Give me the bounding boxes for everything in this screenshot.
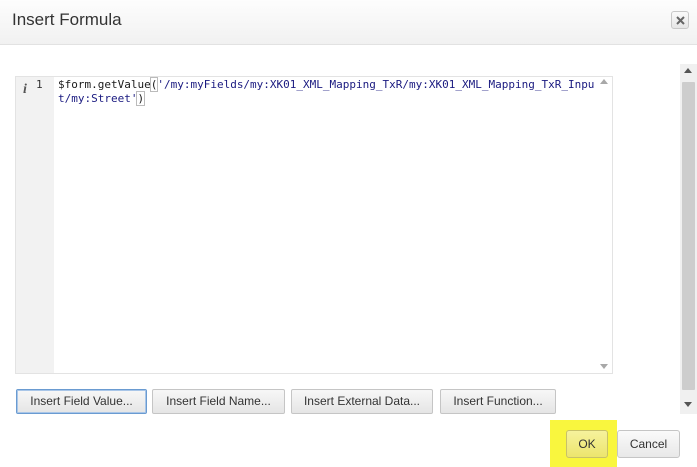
formula-editor[interactable]: i 1 $form.getValue('/my:myFields/my:XK01…: [15, 76, 613, 374]
insert-external-data-button[interactable]: Insert External Data...: [291, 389, 433, 414]
code-close-paren: ): [136, 91, 146, 106]
scroll-up-arrow-icon[interactable]: [600, 79, 608, 84]
dialog-titlebar: Insert Formula: [0, 0, 697, 45]
close-x-icon: [676, 16, 685, 25]
ok-button[interactable]: OK: [566, 430, 608, 458]
editor-scrollbar[interactable]: [597, 77, 612, 373]
insert-field-name-button[interactable]: Insert Field Name...: [152, 389, 285, 414]
dialog-scrollbar[interactable]: [680, 64, 697, 414]
dialog-title: Insert Formula: [12, 10, 122, 29]
close-button[interactable]: [671, 11, 689, 29]
info-icon: i: [23, 82, 27, 97]
insert-field-value-button[interactable]: Insert Field Value...: [16, 389, 147, 414]
scrollbar-thumb[interactable]: [682, 82, 695, 390]
cancel-button[interactable]: Cancel: [617, 430, 680, 458]
scroll-up-arrow-icon[interactable]: [684, 68, 692, 73]
scroll-down-arrow-icon[interactable]: [684, 402, 692, 407]
scroll-down-arrow-icon[interactable]: [600, 364, 608, 369]
insert-function-button[interactable]: Insert Function...: [440, 389, 556, 414]
code-function: $form.getValue: [58, 78, 151, 91]
editor-gutter: i 1: [16, 77, 54, 373]
formula-code[interactable]: $form.getValue('/my:myFields/my:XK01_XML…: [58, 77, 598, 106]
line-number: 1: [36, 78, 43, 91]
